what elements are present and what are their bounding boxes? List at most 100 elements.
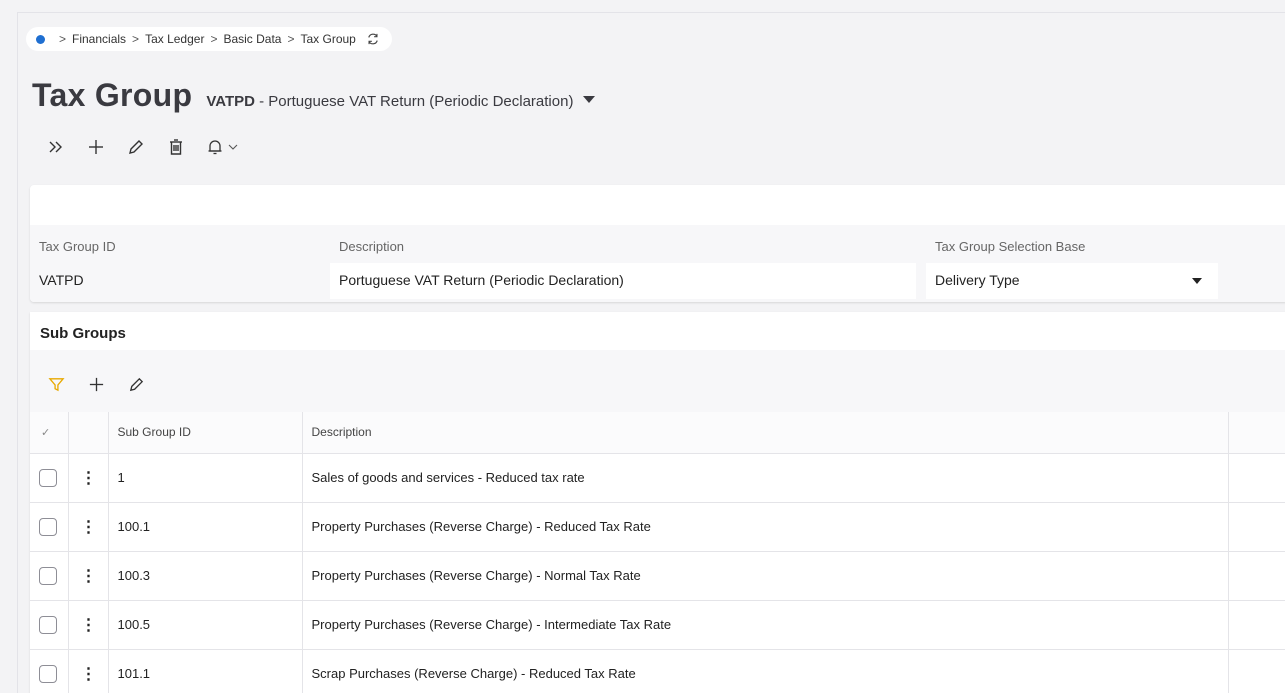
row-select-cell (30, 649, 69, 693)
edit-row-button[interactable] (128, 370, 168, 398)
description-cell: Sales of goods and services - Reduced ta… (302, 453, 1229, 503)
row-checkbox[interactable] (39, 664, 57, 683)
tax-group-id-value: VATPD (39, 272, 84, 288)
sub-group-id-cell: 100.5 (108, 600, 303, 650)
description-cell: Scrap Purchases (Reverse Charge) - Reduc… (302, 649, 1229, 693)
page: > Financials > Tax Ledger > Basic Data >… (17, 12, 1285, 693)
edit-button[interactable] (116, 131, 156, 163)
record-code: VATPD (206, 93, 255, 110)
sub-group-id-cell: 100.1 (108, 502, 303, 552)
select-all-header[interactable]: ✓ (30, 412, 69, 454)
notification-icon (208, 140, 222, 155)
chevron-right-icon: > (287, 32, 295, 46)
sub-group-id-cell: 101.1 (108, 649, 303, 693)
description-cell: Property Purchases (Reverse Charge) - In… (302, 600, 1229, 650)
chevron-right-icon: > (210, 32, 218, 46)
more-vertical-icon[interactable]: ⋮ (69, 566, 108, 586)
sub-groups-panel: Sub Groups ✓ Sub Group ID Description ⋮ … (30, 312, 1285, 693)
row-checkbox[interactable] (39, 468, 57, 487)
sub-groups-toolbar (48, 370, 168, 398)
more-vertical-icon[interactable]: ⋮ (69, 615, 108, 635)
expand-icon (49, 141, 62, 153)
home-icon[interactable] (36, 34, 45, 44)
table-row[interactable]: ⋮ 101.1 Scrap Purchases (Reverse Charge)… (30, 649, 1285, 693)
chevron-down-icon (228, 144, 238, 150)
notification-button[interactable] (196, 131, 248, 163)
breadcrumb: > Financials > Tax Ledger > Basic Data >… (26, 27, 392, 51)
description-cell: Property Purchases (Reverse Charge) - Re… (302, 502, 1229, 552)
row-menu-cell: ⋮ (68, 551, 109, 601)
row-checkbox[interactable] (39, 615, 57, 634)
filler-cell (1228, 551, 1285, 601)
check-icon: ✓ (41, 426, 51, 439)
sub-groups-toolbar-band (30, 350, 1285, 412)
breadcrumb-item-basic-data[interactable]: Basic Data (223, 32, 281, 46)
delete-button[interactable] (156, 131, 196, 163)
filler-cell (1228, 600, 1285, 650)
more-vertical-icon[interactable]: ⋮ (69, 517, 108, 537)
selection-base-select[interactable]: Delivery Type (926, 263, 1218, 299)
row-checkbox[interactable] (39, 566, 57, 585)
header-card: Tax Group ID VATPD Description Portugues… (30, 185, 1285, 302)
caret-down-icon (1192, 278, 1202, 284)
title-row: Tax Group VATPD - Portuguese VAT Return … (32, 77, 596, 114)
table-row[interactable]: ⋮ 1 Sales of goods and services - Reduce… (30, 453, 1285, 503)
expand-button[interactable] (36, 131, 76, 163)
add-button[interactable] (76, 131, 116, 163)
add-row-button[interactable] (88, 370, 128, 398)
row-select-cell (30, 453, 69, 503)
table-row[interactable]: ⋮ 100.5 Property Purchases (Reverse Char… (30, 600, 1285, 650)
row-menu-cell: ⋮ (68, 502, 109, 552)
row-select-cell (30, 551, 69, 601)
filler-cell (1228, 502, 1285, 552)
toolbar (36, 131, 248, 163)
add-icon (89, 377, 104, 391)
sub-group-id-cell: 100.3 (108, 551, 303, 601)
page-title: Tax Group (32, 77, 193, 113)
record-description: - Portuguese VAT Return (Periodic Declar… (254, 93, 574, 110)
description-field: Description Portuguese VAT Return (Perio… (330, 239, 926, 299)
more-vertical-icon[interactable]: ⋮ (69, 468, 108, 488)
selection-base-value: Delivery Type (935, 272, 1020, 288)
caret-down-icon[interactable] (583, 96, 596, 103)
row-menu-cell: ⋮ (68, 600, 109, 650)
description-label: Description (339, 239, 405, 254)
add-icon (89, 140, 103, 154)
filler-cell (1228, 649, 1285, 693)
sub-group-id-cell: 1 (108, 453, 303, 503)
edit-icon (129, 377, 144, 391)
filter-button[interactable] (48, 370, 88, 398)
selection-base-label: Tax Group Selection Base (935, 239, 1086, 254)
description-input[interactable]: Portuguese VAT Return (Periodic Declarat… (330, 263, 916, 299)
column-header-sub-group-id[interactable]: Sub Group ID (108, 412, 303, 454)
row-select-cell (30, 600, 69, 650)
table-row[interactable]: ⋮ 100.1 Property Purchases (Reverse Char… (30, 502, 1285, 552)
breadcrumb-item-financials[interactable]: Financials (72, 32, 126, 46)
column-header-description[interactable]: Description (302, 412, 1229, 454)
delete-icon (170, 139, 182, 155)
selection-base-field: Tax Group Selection Base Delivery Type (926, 239, 1226, 299)
table-header-row: ✓ Sub Group ID Description (30, 412, 1285, 454)
row-checkbox[interactable] (39, 517, 57, 536)
sub-groups-table: ✓ Sub Group ID Description ⋮ 1 Sales of … (30, 412, 1285, 693)
breadcrumb-item-tax-group: Tax Group (300, 32, 356, 46)
record-selector[interactable]: VATPD - Portuguese VAT Return (Periodic … (206, 93, 573, 110)
column-header-filler (1228, 412, 1285, 454)
chevron-right-icon: > (132, 32, 140, 46)
table-row[interactable]: ⋮ 100.3 Property Purchases (Reverse Char… (30, 551, 1285, 601)
filler-cell (1228, 453, 1285, 503)
breadcrumb-item-tax-ledger[interactable]: Tax Ledger (145, 32, 204, 46)
more-vertical-icon[interactable]: ⋮ (69, 664, 108, 684)
row-select-cell (30, 502, 69, 552)
refresh-icon[interactable] (366, 32, 380, 46)
row-menu-header (68, 412, 109, 454)
chevron-right-icon: > (59, 32, 67, 46)
row-menu-cell: ⋮ (68, 453, 109, 503)
row-menu-cell: ⋮ (68, 649, 109, 693)
description-cell: Property Purchases (Reverse Charge) - No… (302, 551, 1229, 601)
sub-groups-title: Sub Groups (40, 325, 126, 342)
tax-group-id-field: Tax Group ID VATPD (30, 239, 330, 288)
tax-group-id-label: Tax Group ID (39, 239, 116, 254)
edit-icon (129, 140, 143, 154)
filter-icon (48, 377, 65, 391)
